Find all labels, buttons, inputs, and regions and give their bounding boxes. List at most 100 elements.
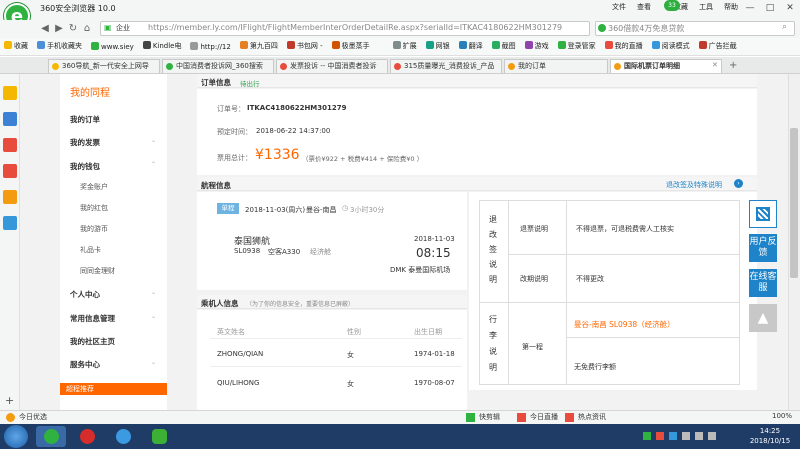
- enterprise-badge[interactable]: 企业: [116, 23, 130, 33]
- bookmark-item[interactable]: 书包网 -: [286, 41, 323, 51]
- menu-tools[interactable]: 工具: [699, 2, 713, 12]
- taskbar-360-browser[interactable]: [36, 426, 66, 447]
- maximize-button[interactable]: □: [760, 0, 780, 16]
- sidebar-item-wallet[interactable]: 我的钱包: [70, 161, 100, 172]
- search-engine-icon[interactable]: [598, 24, 606, 32]
- minimize-button[interactable]: —: [740, 0, 760, 16]
- tab-my-orders[interactable]: 我的订单: [504, 59, 608, 73]
- home-icon[interactable]: ⌂: [80, 22, 94, 36]
- bookmark-item[interactable]: 手机收藏夹: [37, 41, 82, 51]
- chevron-down-icon[interactable]: ⌄: [151, 359, 156, 366]
- tab-intl-ticket[interactable]: 国际机票订单明细: [610, 59, 722, 73]
- toolbar-screenshot[interactable]: 截图: [491, 41, 516, 51]
- chevron-up-icon[interactable]: ⌃: [151, 161, 156, 168]
- tab-360-nav[interactable]: 360导航_新一代安全上网导: [48, 59, 160, 73]
- status-live[interactable]: 今日直播: [517, 412, 558, 422]
- order-status: 待出行: [240, 80, 260, 88]
- qr-code-button[interactable]: [749, 200, 777, 228]
- scrollbar-thumb[interactable]: [790, 128, 798, 278]
- url-text[interactable]: https://member.ly.com/IFlight/FlightMemb…: [148, 23, 562, 32]
- search-text[interactable]: 360借款4万免息贷款: [608, 23, 684, 34]
- tray-icon[interactable]: [669, 432, 677, 440]
- toolbar-reader[interactable]: 阅读模式: [651, 41, 690, 51]
- sidebar-item-community[interactable]: 我的社区主页: [70, 336, 115, 347]
- forward-icon[interactable]: ▶: [52, 22, 66, 36]
- toolbar-login[interactable]: 登录管家: [557, 41, 596, 51]
- favorites-rail-icon[interactable]: [3, 86, 17, 100]
- secure-lock-icon[interactable]: ▣: [104, 23, 113, 32]
- notes-rail-icon[interactable]: [3, 190, 17, 204]
- bookmark-item[interactable]: 极墨蒸手: [331, 41, 370, 51]
- zoom-level[interactable]: 100%: [772, 412, 792, 420]
- taskbar-app-red[interactable]: [72, 426, 102, 447]
- toolbar-extensions[interactable]: 扩展: [392, 41, 417, 51]
- tools-rail-icon[interactable]: [3, 216, 17, 230]
- tray-icon[interactable]: [643, 432, 651, 440]
- user-feedback-button[interactable]: 用户反馈: [749, 234, 777, 262]
- bookmark-item[interactable]: 收藏: [4, 41, 28, 51]
- video-icon: [604, 41, 613, 49]
- shield-icon: [698, 41, 707, 49]
- online-service-button[interactable]: 在线客服: [749, 269, 777, 297]
- sidebar-item-finance[interactable]: 同同金理财: [80, 266, 115, 276]
- sidebar-item-profile[interactable]: 个人中心: [70, 289, 100, 300]
- start-button[interactable]: [4, 425, 28, 448]
- bookmark-item[interactable]: http://12: [190, 41, 231, 51]
- bookmark-item[interactable]: 第九百四: [239, 41, 278, 51]
- clock-time[interactable]: 14:25: [749, 427, 791, 435]
- mail-rail-icon[interactable]: [3, 164, 17, 178]
- clock-date[interactable]: 2018/10/15: [744, 437, 796, 445]
- toolbar-ebank[interactable]: 网银: [425, 41, 450, 51]
- tray-icon[interactable]: [695, 432, 703, 440]
- search-icon[interactable]: ⌕: [782, 22, 787, 32]
- chevron-down-icon[interactable]: ⌄: [151, 137, 156, 144]
- back-icon[interactable]: ◀: [38, 22, 52, 36]
- sidebar-item-orders[interactable]: 我的订单: [70, 114, 100, 125]
- tab-315[interactable]: 315质量曝光_消费投诉_产品: [390, 59, 502, 73]
- sidebar-item-coins[interactable]: 我的游币: [80, 224, 108, 234]
- toolbar-live[interactable]: 我的直播: [604, 41, 643, 51]
- new-tab-icon[interactable]: +: [729, 60, 737, 71]
- rules-divider: [479, 302, 740, 303]
- status-news[interactable]: 热点资讯: [565, 412, 606, 422]
- bookmark-item[interactable]: Kindle电: [142, 41, 181, 51]
- chevron-down-icon[interactable]: ⌄: [151, 289, 156, 296]
- toolbar-translate[interactable]: 翻译: [458, 41, 483, 51]
- taskbar-wechat[interactable]: [144, 426, 174, 447]
- rules-link[interactable]: 退改签及特殊说明: [666, 180, 722, 190]
- bookmark-item[interactable]: www.siey: [91, 41, 134, 51]
- menu-view[interactable]: 查看: [637, 2, 651, 12]
- sidebar-item-info[interactable]: 常用信息管理: [70, 313, 115, 324]
- sidebar-item-bonus[interactable]: 奖金账户: [80, 182, 108, 192]
- toolbar-adblock[interactable]: 广告拦截: [698, 41, 737, 51]
- tray-icon[interactable]: [656, 432, 664, 440]
- tab-complaint[interactable]: 发票投诉 -- 中国消费者投诉: [276, 59, 388, 73]
- toolbar-games[interactable]: 游戏: [524, 41, 549, 51]
- add-rail-icon[interactable]: +: [5, 394, 14, 407]
- refresh-icon[interactable]: ↻: [66, 22, 80, 36]
- tray-icon[interactable]: [708, 432, 716, 440]
- close-tab-icon[interactable]: ✕: [712, 61, 718, 69]
- expand-icon[interactable]: ›: [734, 179, 743, 188]
- back-to-top-icon[interactable]: ▲: [749, 304, 777, 332]
- sidebar-item-invoice[interactable]: 我的发票: [70, 137, 100, 148]
- book-icon: [651, 41, 660, 49]
- notification-badge[interactable]: 33: [664, 0, 680, 11]
- tray-icon[interactable]: [682, 432, 690, 440]
- sidebar-item-redpacket[interactable]: 我的红包: [80, 203, 108, 213]
- rules-divider: [566, 200, 567, 385]
- app-icon: [80, 429, 95, 444]
- taskbar-ie[interactable]: [108, 426, 138, 447]
- tab-search[interactable]: 中国消费者投诉网_360搜索: [162, 59, 274, 73]
- weibo-rail-icon[interactable]: [3, 138, 17, 152]
- close-button[interactable]: ✕: [780, 0, 800, 16]
- sidebar-item-service[interactable]: 服务中心: [70, 359, 100, 370]
- status-clip[interactable]: 快剪辑: [466, 412, 500, 422]
- table-divider: [210, 366, 462, 367]
- news-rail-icon[interactable]: [3, 112, 17, 126]
- chevron-down-icon[interactable]: ⌄: [151, 313, 156, 320]
- sidebar-item-giftcard[interactable]: 礼品卡: [80, 245, 101, 255]
- menu-file[interactable]: 文件: [612, 2, 626, 12]
- menu-help[interactable]: 帮助: [724, 2, 738, 12]
- status-today[interactable]: 今日优选: [6, 412, 47, 422]
